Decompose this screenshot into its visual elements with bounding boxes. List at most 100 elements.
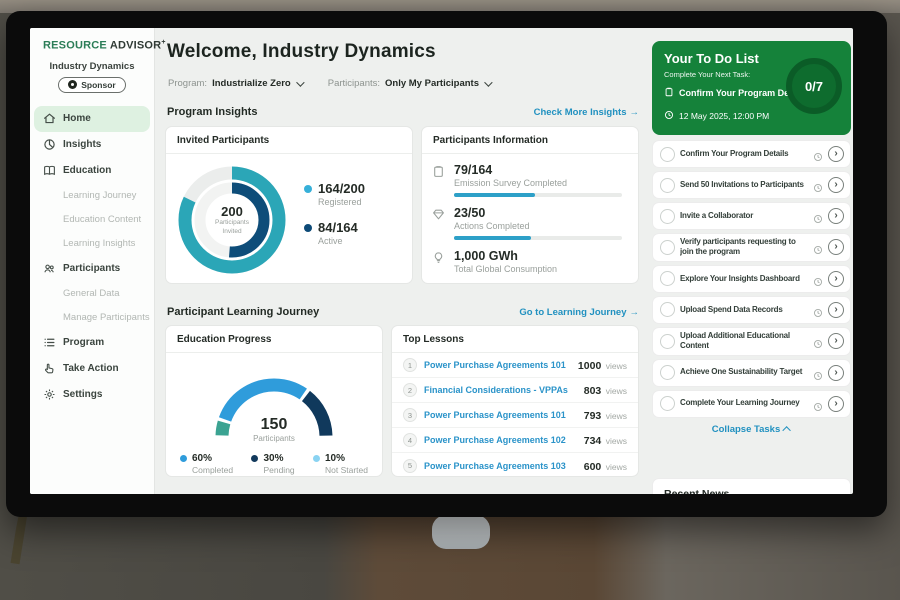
- sidebar-item-education[interactable]: Education: [30, 158, 154, 184]
- sponsor-badge[interactable]: Sponsor: [58, 77, 125, 93]
- section-title-learning-journey: Participant Learning Journey: [167, 306, 319, 318]
- sidebar-nav: Home Insights Education Learning Journey…: [30, 106, 154, 408]
- task-open-chevron[interactable]: ›: [828, 177, 844, 193]
- sidebar-item-learning-insights[interactable]: Learning Insights: [30, 232, 154, 256]
- task-row-confirm-program-details[interactable]: Confirm Your Program Details ›: [652, 140, 851, 168]
- hand-pointer-icon: [43, 362, 56, 375]
- lesson-rank: 2: [403, 383, 417, 397]
- task-open-chevron[interactable]: ›: [828, 208, 844, 224]
- lesson-title-link[interactable]: Financial Considerations - VPPAs: [424, 385, 577, 395]
- invited-donut-chart: 200 ParticipantsInvited: [174, 162, 290, 278]
- sidebar-item-general-data[interactable]: General Data: [30, 282, 154, 306]
- consumption-value: 1,000 GWh: [454, 249, 557, 263]
- app-logo[interactable]: RESOURCE ADVISOR+: [30, 28, 154, 52]
- sidebar-item-take-action[interactable]: Take Action: [30, 356, 154, 382]
- diamond-icon: [432, 206, 446, 240]
- lesson-row: 3 Power Purchase Agreements 101 793 view…: [392, 403, 638, 428]
- clock-icon: [813, 336, 823, 346]
- task-label: Invite a Collaborator: [680, 211, 808, 221]
- views-label: views: [606, 361, 627, 371]
- task-checkbox[interactable]: [660, 396, 675, 411]
- participants-label: Participants:: [328, 78, 380, 89]
- sidebar-item-label: General Data: [63, 288, 120, 299]
- check-more-insights-link[interactable]: Check More Insights→: [534, 107, 639, 118]
- monitor-stand: [432, 515, 490, 549]
- collapse-tasks-link[interactable]: Collapse Tasks: [652, 424, 851, 435]
- invited-legend: 164/200 Registered 84/164 Active: [304, 181, 365, 259]
- gear-icon: [43, 388, 56, 401]
- task-open-chevron[interactable]: ›: [828, 396, 844, 412]
- task-open-chevron[interactable]: ›: [828, 239, 844, 255]
- task-checkbox[interactable]: [660, 365, 675, 380]
- task-row-upload-spend-data[interactable]: Upload Spend Data Records ›: [652, 296, 851, 324]
- task-checkbox[interactable]: [660, 240, 675, 255]
- lightbulb-icon: [432, 249, 446, 274]
- task-row-complete-learning-journey[interactable]: Complete Your Learning Journey ›: [652, 390, 851, 418]
- sidebar-item-learning-journey[interactable]: Learning Journey: [30, 184, 154, 208]
- task-open-chevron[interactable]: ›: [828, 365, 844, 381]
- sidebar-item-label: Education: [63, 165, 111, 176]
- task-checkbox[interactable]: [660, 271, 675, 286]
- participants-information-card: Participants Information 79/164 Emission…: [421, 126, 639, 284]
- participants-dropdown[interactable]: Participants: Only My Participants: [328, 78, 490, 89]
- lesson-rank: 1: [403, 358, 417, 372]
- clock-icon: [813, 211, 823, 221]
- participants-value: Only My Participants: [385, 78, 479, 89]
- program-value: Industrialize Zero: [212, 78, 291, 89]
- task-open-chevron[interactable]: ›: [828, 146, 844, 162]
- sidebar-item-program[interactable]: Program: [30, 330, 154, 356]
- lesson-title-link[interactable]: Power Purchase Agreements 102: [424, 435, 577, 445]
- actions-completed-value: 23/50: [454, 206, 622, 220]
- lesson-title-link[interactable]: Power Purchase Agreements 101: [424, 410, 577, 420]
- task-label: Upload Additional Educational Content: [680, 331, 808, 352]
- task-row-upload-educational-content[interactable]: Upload Additional Educational Content ›: [652, 327, 851, 356]
- sidebar: RESOURCE ADVISOR+ Industry Dynamics Spon…: [30, 28, 155, 494]
- task-open-chevron[interactable]: ›: [828, 271, 844, 287]
- section-title-program-insights: Program Insights: [167, 106, 257, 118]
- clock-icon: [813, 242, 823, 252]
- insights-icon: [43, 138, 56, 151]
- sidebar-item-label: Home: [63, 113, 91, 124]
- sidebar-item-education-content[interactable]: Education Content: [30, 208, 154, 232]
- actions-completed-label: Actions Completed: [454, 221, 622, 231]
- go-to-learning-journey-link[interactable]: Go to Learning Journey→: [519, 307, 639, 318]
- task-checkbox[interactable]: [660, 209, 675, 224]
- task-row-send-invitations[interactable]: Send 50 Invitations to Participants ›: [652, 171, 851, 199]
- sidebar-item-home[interactable]: Home: [34, 106, 150, 132]
- task-row-invite-collaborator[interactable]: Invite a Collaborator ›: [652, 202, 851, 230]
- legend-dot-active: [304, 224, 312, 232]
- task-label: Confirm Your Program Details: [680, 149, 808, 159]
- gauge-center-value: 150: [199, 416, 349, 434]
- arrow-right-icon: →: [630, 307, 640, 318]
- task-checkbox[interactable]: [660, 178, 675, 193]
- task-row-achieve-sustainability-target[interactable]: Achieve One Sustainability Target ›: [652, 359, 851, 387]
- actions-completed-bar: [454, 236, 622, 240]
- invited-participants-card: Invited Participants 200 ParticipantsInv…: [165, 126, 413, 284]
- todo-due-date: 12 May 2025, 12:00 PM: [679, 111, 769, 121]
- lesson-title-link[interactable]: Power Purchase Agreements 101: [424, 360, 571, 370]
- card-title: Education Progress: [166, 326, 382, 353]
- program-dropdown[interactable]: Program: Industrialize Zero: [168, 78, 302, 89]
- sidebar-item-insights[interactable]: Insights: [30, 132, 154, 158]
- dashboard-screen: RESOURCE ADVISOR+ Industry Dynamics Spon…: [30, 28, 853, 494]
- task-open-chevron[interactable]: ›: [828, 302, 844, 318]
- people-icon: [43, 262, 56, 275]
- task-open-chevron[interactable]: ›: [828, 333, 844, 349]
- sidebar-item-label: Take Action: [63, 363, 119, 374]
- clipboard-icon: [432, 163, 446, 197]
- sidebar-item-manage-participants[interactable]: Manage Participants: [30, 306, 154, 330]
- sidebar-item-settings[interactable]: Settings: [30, 382, 154, 408]
- sidebar-item-label: Settings: [63, 389, 102, 400]
- sidebar-item-participants[interactable]: Participants: [30, 256, 154, 282]
- lesson-title-link[interactable]: Power Purchase Agreements 103: [424, 461, 577, 471]
- not-started-label: Not Started: [325, 465, 368, 475]
- task-row-verify-participants[interactable]: Verify participants requesting to join t…: [652, 233, 851, 262]
- card-title: Invited Participants: [166, 127, 412, 154]
- task-checkbox[interactable]: [660, 147, 675, 162]
- sidebar-item-label: Learning Journey: [63, 190, 136, 201]
- sidebar-item-label: Education Content: [63, 214, 141, 225]
- lesson-rank: 5: [403, 459, 417, 473]
- task-row-explore-insights[interactable]: Explore Your Insights Dashboard ›: [652, 265, 851, 293]
- task-checkbox[interactable]: [660, 334, 675, 349]
- task-checkbox[interactable]: [660, 302, 675, 317]
